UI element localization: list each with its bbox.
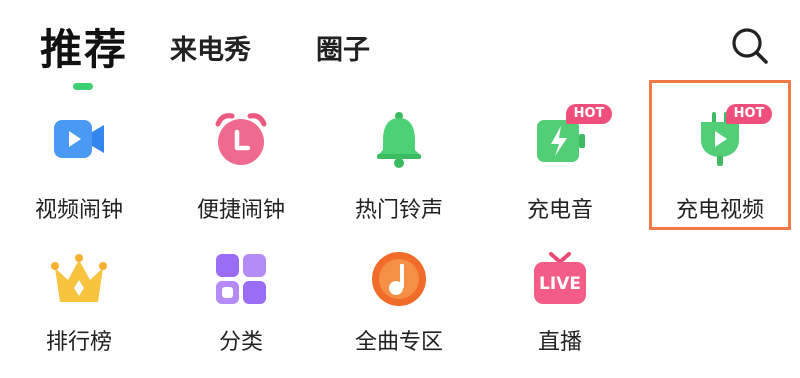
tab-call-show[interactable]: 来电秀 — [170, 28, 251, 67]
grid-item-quick-alarm[interactable]: 便捷闹钟 — [166, 110, 316, 230]
grid-item-label: 全曲专区 — [354, 330, 443, 355]
grid-item-label: 热门铃声 — [354, 198, 443, 223]
grid-item-full-songs[interactable]: 全曲专区 — [324, 250, 474, 370]
grid-item-label: 排行榜 — [45, 330, 112, 355]
crown-icon — [51, 254, 107, 302]
grid-item-label: 便捷闹钟 — [196, 198, 285, 223]
top-tab-bar: 推荐 来电秀 圈子 — [0, 0, 800, 90]
live-badge: LIVE — [539, 274, 581, 294]
tab-community[interactable]: 圈子 — [316, 28, 370, 67]
highlight-box — [649, 80, 791, 230]
grid-item-label: 分类 — [218, 330, 263, 355]
category-grid-icon — [216, 254, 266, 304]
grid-item-live[interactable]: LIVE 直播 — [485, 250, 635, 370]
search-button[interactable] — [728, 24, 772, 68]
grid-item-charging-sound[interactable]: 充电音 — [485, 110, 635, 230]
tab-recommend[interactable]: 推荐 — [40, 16, 128, 77]
bell-icon — [377, 112, 421, 168]
grid-item-video-alarm[interactable]: 视频闹钟 — [4, 110, 154, 230]
grid-item-label: 直播 — [537, 330, 582, 355]
music-note-icon — [372, 252, 426, 306]
alarm-clock-icon — [215, 113, 267, 165]
active-tab-indicator — [73, 83, 93, 90]
search-icon — [732, 28, 768, 64]
hot-badge: HOT — [566, 104, 612, 124]
grid-item-ranking[interactable]: 排行榜 — [4, 250, 154, 370]
grid-item-label: 充电音 — [526, 198, 593, 223]
grid-item-label: 视频闹钟 — [34, 198, 123, 223]
video-camera-icon — [54, 120, 104, 158]
grid-item-category[interactable]: 分类 — [166, 250, 316, 370]
grid-item-hot-ringtones[interactable]: 热门铃声 — [324, 110, 474, 230]
